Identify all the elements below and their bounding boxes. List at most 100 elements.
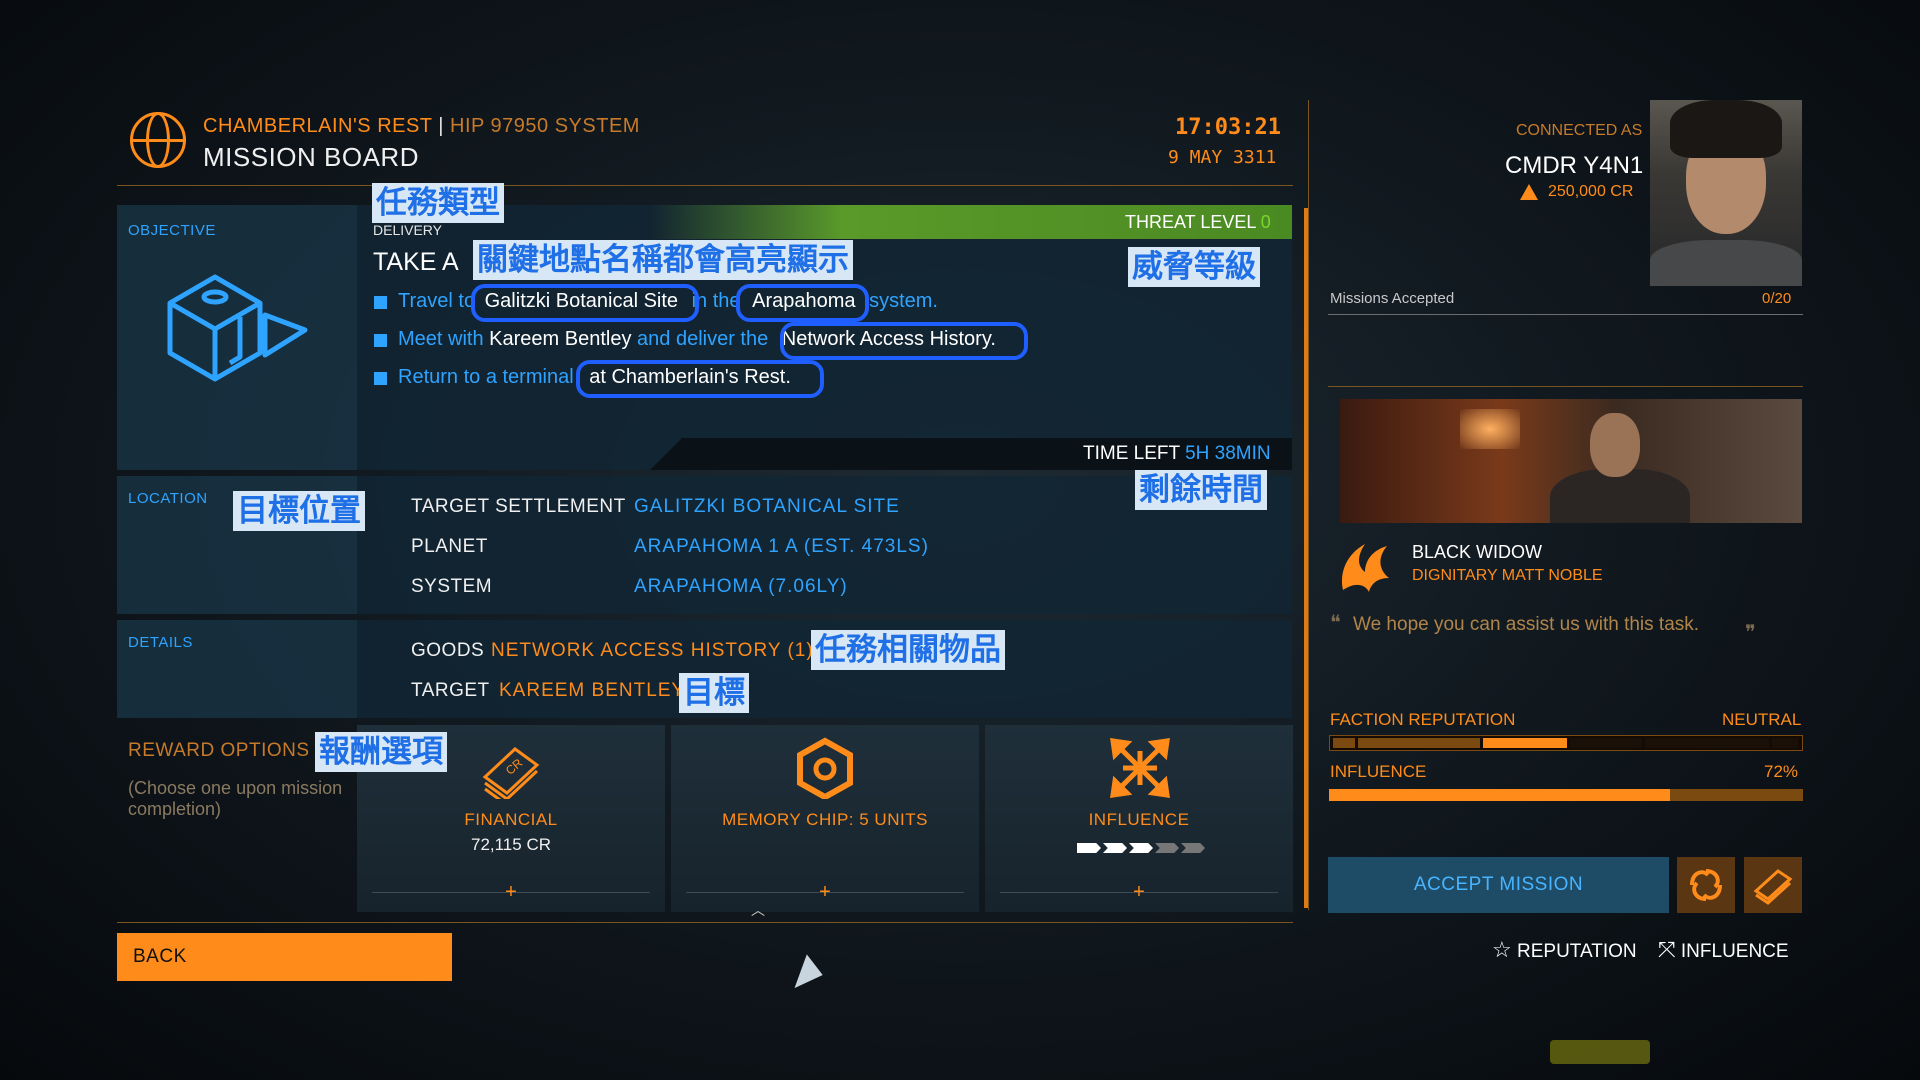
step-highlight: Kareem Bentley (489, 328, 632, 350)
reward-name: INFLUENCE (1088, 810, 1190, 829)
plus-icon: + (1133, 881, 1145, 903)
annotation-threat: 威脅等級 (1128, 247, 1260, 287)
reward-influence[interactable]: INFLUENCE + (985, 725, 1293, 912)
threat-label: THREAT LEVEL (1125, 212, 1256, 232)
station-name: CHAMBERLAIN'S REST (203, 115, 433, 137)
legend-reputation: ☆ REPUTATION (1492, 937, 1637, 963)
time-left-value: 5H 38MIN (1185, 443, 1271, 464)
mouse-cursor (794, 954, 828, 996)
annotation-ring (471, 284, 699, 322)
annotation-highlight: 關鍵地點名稱都會高亮顯示 (473, 240, 853, 280)
objective-label: OBJECTIVE (128, 222, 216, 239)
globe-icon (130, 112, 186, 168)
faction-phoenix-icon (1341, 544, 1389, 592)
vertical-divider (1308, 100, 1309, 910)
influence-bar (1329, 789, 1803, 801)
reward-hint: (Choose one upon mission completion) (128, 778, 343, 819)
swirl-icon[interactable] (1677, 857, 1735, 913)
divider (1328, 314, 1803, 315)
reputation-bar (1329, 735, 1803, 751)
faction-name: BLACK WIDOW (1412, 542, 1543, 562)
details-label: DETAILS (128, 634, 193, 651)
influence-arrows-icon: ⤧ (1658, 937, 1676, 962)
goods-label: GOODS (411, 640, 485, 661)
threat-value: 0 (1260, 212, 1271, 232)
annotation-location: 目標位置 (233, 491, 365, 531)
accept-mission-button[interactable]: ACCEPT MISSION (1328, 857, 1669, 913)
threat-level: THREAT LEVEL 0 (1125, 212, 1271, 233)
commander-portrait (1650, 100, 1802, 286)
faction-contact: DIGNITARY MATT NOBLE (1412, 567, 1603, 584)
reputation-value: NEUTRAL (1722, 710, 1802, 729)
divider (1328, 386, 1803, 387)
delivery-cube-icon (167, 274, 308, 382)
annotation-time-left: 剩餘時間 (1135, 470, 1267, 510)
target-value: KAREEM BENTLEY (499, 680, 686, 701)
time-left: TIME LEFT 5H 38MIN (1083, 443, 1271, 465)
commander-name: CMDR Y4N1 (1505, 152, 1644, 179)
location-label: LOCATION (128, 490, 208, 507)
step-text: Travel to (398, 290, 476, 312)
influence-level-meter (1077, 843, 1211, 853)
bullet-icon (374, 372, 387, 385)
mission-type: DELIVERY (373, 222, 442, 238)
annotation-ring (736, 284, 869, 322)
goods-value: NETWORK ACCESS HISTORY (1) (491, 640, 814, 661)
location-value: ARAPAHOMA (7.06LY) (634, 576, 848, 597)
plus-icon: + (505, 881, 517, 903)
location-value: GALITZKI BOTANICAL SITE (634, 496, 900, 517)
footer-divider (117, 922, 1293, 923)
annotation-ring (780, 322, 1028, 360)
reward-options-label: REWARD OPTIONS (128, 740, 310, 761)
step-text: Return to a terminal (398, 366, 574, 388)
meter-segment-filled (1103, 843, 1127, 853)
reward-name: FINANCIAL (464, 810, 558, 829)
step-text: and deliver the (637, 328, 769, 350)
legend-influence-label: INFLUENCE (1680, 941, 1789, 962)
faction-quote: We hope you can assist us with this task… (1353, 614, 1700, 635)
annotation-rewards: 報酬選項 (315, 732, 447, 772)
legend-influence: ⤧ INFLUENCE (1658, 937, 1789, 963)
reward-memory-chip[interactable]: MEMORY CHIP: 5 UNITS + ︿ (671, 725, 979, 918)
plus-icon: + (819, 881, 831, 903)
back-button[interactable]: BACK (117, 933, 452, 981)
influence-arrows-icon (1110, 738, 1170, 798)
meter-segment-filled (1077, 843, 1101, 853)
station-location: CHAMBERLAIN'S REST | HIP 97950 SYSTEM (203, 115, 640, 138)
reward-amount: 72,115 CR (470, 835, 551, 854)
annotation-goods: 任務相關物品 (811, 630, 1005, 670)
time-left-label: TIME LEFT (1083, 443, 1180, 464)
status-lights (1550, 1040, 1650, 1064)
meter-segment-empty (1181, 843, 1205, 853)
bullet-icon (374, 296, 387, 309)
reward-name: MEMORY CHIP: 5 UNITS (722, 810, 928, 829)
credit-chips-icon: CR (482, 747, 540, 799)
location-value: ARAPAHOMA 1 A (EST. 473LS) (634, 536, 929, 557)
connected-as-label: CONNECTED AS (1516, 122, 1643, 139)
scrollbar[interactable] (1304, 208, 1308, 908)
legend-reputation-label: REPUTATION (1517, 941, 1637, 962)
chevron-up-icon: ︿ (751, 902, 765, 918)
annotation-target: 目標 (679, 673, 749, 713)
mission-title: TAKE A (373, 248, 459, 276)
location-key: PLANET (411, 536, 488, 557)
separator: | (438, 115, 444, 137)
quote-open-icon: ❝ (1330, 612, 1341, 634)
target-label: TARGET (411, 680, 490, 701)
missions-accepted-label: Missions Accepted (1330, 290, 1455, 307)
mission-log-icon[interactable] (1744, 857, 1802, 913)
step-text: system. (869, 290, 938, 312)
credits-icon (1520, 184, 1538, 200)
commodity-hex-icon (797, 737, 853, 799)
bullet-icon (374, 334, 387, 347)
commander-credits: 250,000 CR (1548, 183, 1634, 200)
header-divider (117, 185, 1293, 186)
game-date: 9 MAY 3311 (1168, 147, 1277, 168)
game-clock: 17:03:21 (1175, 115, 1281, 140)
page-title: MISSION BOARD (203, 142, 419, 172)
influence-bar-fill (1329, 789, 1671, 801)
system-name: HIP 97950 SYSTEM (450, 115, 640, 137)
quote-close-icon: ❞ (1745, 622, 1756, 644)
meter-segment-empty (1155, 843, 1179, 853)
location-key: TARGET SETTLEMENT (411, 496, 626, 517)
